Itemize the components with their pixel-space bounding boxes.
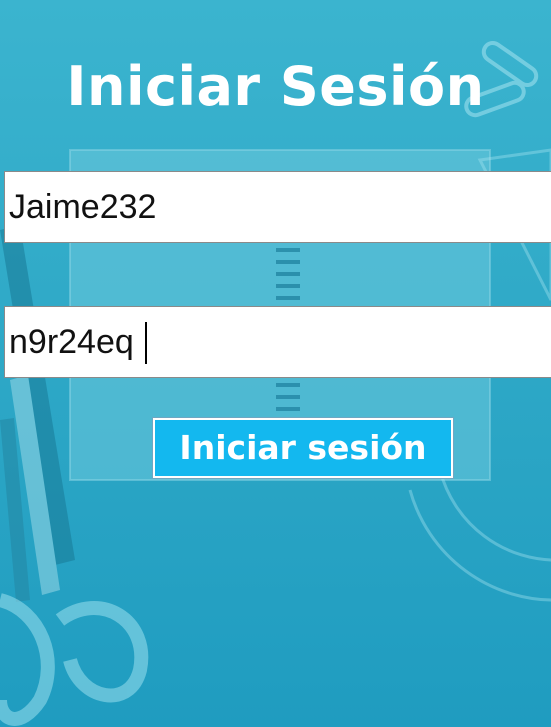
password-input[interactable] xyxy=(4,306,551,378)
text-cursor xyxy=(145,322,147,364)
page-title: Iniciar Sesión xyxy=(66,55,485,118)
scissors-illustration xyxy=(0,593,149,726)
login-button[interactable]: Iniciar sesión xyxy=(153,418,453,478)
pencils-illustration xyxy=(0,225,75,602)
username-input[interactable] xyxy=(4,171,551,243)
